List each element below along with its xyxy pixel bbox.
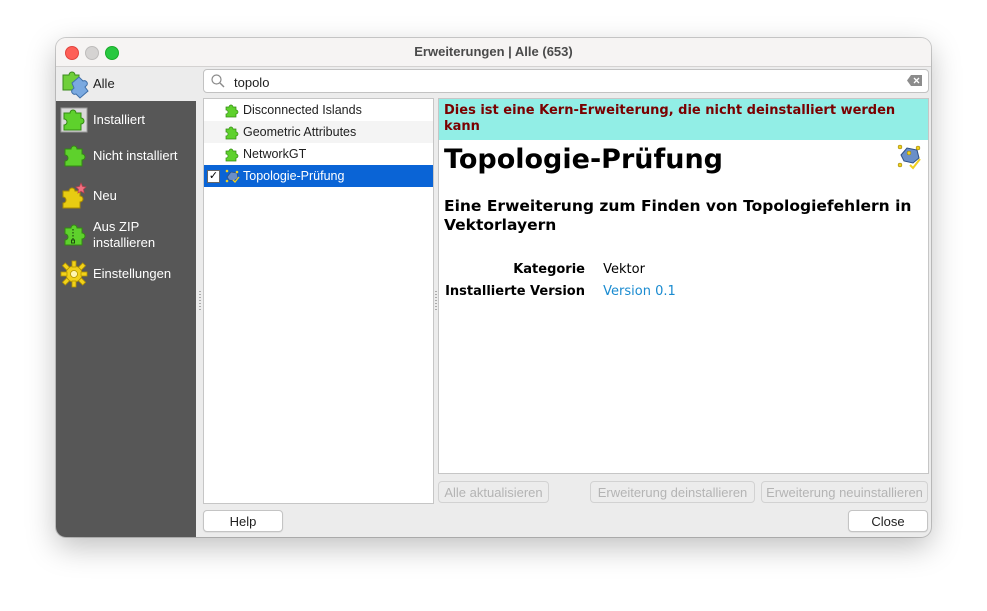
clear-search-icon[interactable]: [907, 75, 922, 86]
not-installed-plugins-icon: [64, 145, 86, 167]
sidebar: Alle Installiert Nicht installiert Neu A…: [56, 67, 196, 537]
plugin-puzzle-icon: [225, 148, 239, 162]
topology-checker-icon: [897, 144, 921, 170]
plugin-enabled-checkbox[interactable]: ✓: [207, 169, 220, 183]
sidebar-item-label: Einstellungen: [93, 266, 172, 281]
sidebar-item-install-zip[interactable]: Aus ZIP installieren: [56, 215, 196, 255]
sidebar-item-all[interactable]: Alle: [56, 67, 196, 101]
plugin-title: Topologie-Prüfung: [444, 144, 724, 175]
settings-gear-icon: [60, 260, 88, 288]
sidebar-item-label: Nicht installiert: [93, 148, 178, 163]
install-zip-icon: [64, 224, 86, 246]
sidebar-item-new[interactable]: Neu: [56, 179, 196, 213]
sidebar-item-label: Installiert: [93, 112, 146, 127]
sidebar-item-label: Neu: [93, 188, 117, 203]
meta-key: Installierte Version: [445, 284, 585, 299]
search-input[interactable]: [232, 72, 896, 92]
plugin-description: Eine Erweiterung zum Finden von Topologi…: [444, 197, 912, 234]
installed-plugins-icon: [60, 107, 88, 133]
title-bar: Erweiterungen | Alle (653): [56, 38, 931, 67]
new-plugins-icon: [62, 182, 87, 209]
plugin-puzzle-icon: [225, 126, 239, 140]
plugin-list-item[interactable]: Geometric Attributes: [204, 121, 433, 143]
plugin-list: Disconnected Islands Geometric Attribute…: [203, 98, 434, 504]
plugin-list-item-selected[interactable]: ✓ Topologie-Prüfung: [204, 165, 433, 187]
plugin-list-item[interactable]: Disconnected Islands: [204, 99, 433, 121]
sidebar-item-label: Aus ZIP installieren: [93, 219, 156, 250]
plugin-puzzle-icon: [225, 104, 239, 118]
version-link[interactable]: Version 0.1: [603, 284, 676, 299]
meta-row-installed-version: Installierte Version Version 0.1: [444, 284, 676, 299]
plugin-manager-window: Erweiterungen | Alle (653) Alle Installi…: [56, 38, 931, 537]
reinstall-plugin-button[interactable]: Erweiterung neuinstallieren: [761, 481, 928, 503]
left-splitter-handle[interactable]: [199, 291, 201, 311]
plugin-name: Topologie-Prüfung: [243, 169, 345, 183]
search-box: [203, 69, 929, 93]
plugin-list-item[interactable]: NetworkGT: [204, 143, 433, 165]
help-button[interactable]: Help: [203, 510, 283, 532]
sidebar-item-installed[interactable]: Installiert: [56, 103, 196, 137]
sidebar-item-not-installed[interactable]: Nicht installiert: [56, 139, 196, 173]
upgrade-all-button[interactable]: Alle aktualisieren: [438, 481, 549, 503]
plugin-name: Disconnected Islands: [243, 103, 362, 117]
uninstall-plugin-button[interactable]: Erweiterung deinstallieren: [590, 481, 755, 503]
meta-value: Vektor: [603, 262, 645, 277]
plugin-name: Geometric Attributes: [243, 125, 357, 139]
close-button[interactable]: Close: [848, 510, 928, 532]
plugin-name: NetworkGT: [243, 147, 307, 161]
search-icon: [211, 74, 225, 88]
all-plugins-icon: [62, 71, 89, 99]
topology-checker-icon: [225, 169, 240, 183]
meta-key: Kategorie: [513, 262, 585, 277]
meta-row-category: Kategorie Vektor: [444, 262, 645, 277]
core-plugin-banner: Dies ist eine Kern-Erweiterung, die nich…: [439, 99, 928, 140]
middle-splitter-handle[interactable]: [435, 291, 437, 311]
plugin-details-panel: Dies ist eine Kern-Erweiterung, die nich…: [438, 98, 929, 474]
sidebar-item-settings[interactable]: Einstellungen: [56, 257, 196, 291]
sidebar-item-label: Alle: [93, 76, 115, 91]
window-title: Erweiterungen | Alle (653): [414, 44, 573, 59]
